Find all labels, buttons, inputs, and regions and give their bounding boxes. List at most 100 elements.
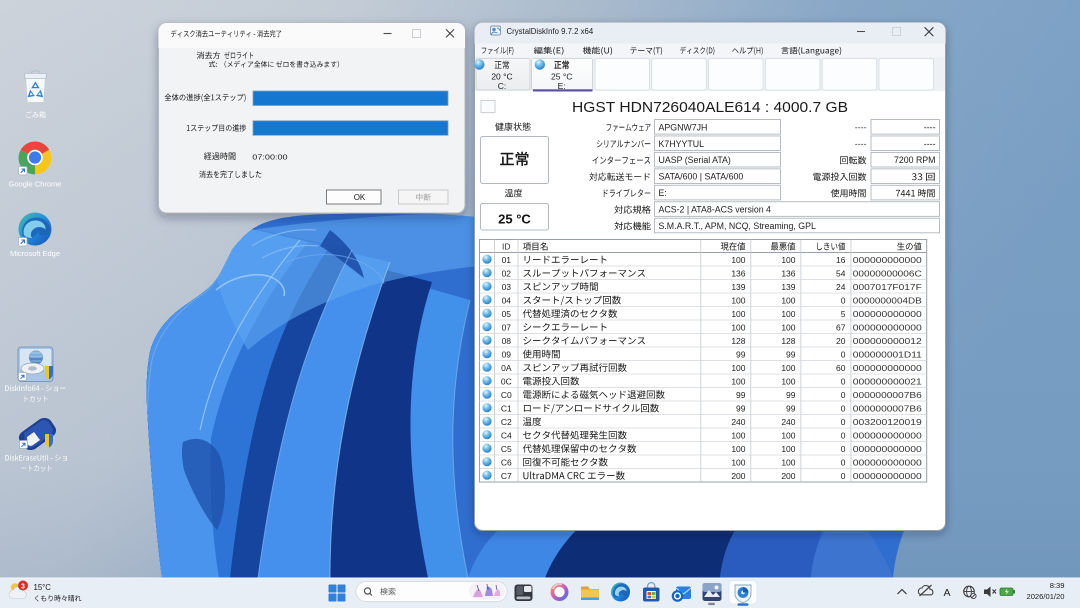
svg-text:128: 128: [731, 336, 745, 346]
svg-text:000000000000: 000000000000: [853, 430, 922, 440]
svg-text:07:00:00: 07:00:00: [252, 152, 287, 161]
svg-text:SATA/600 | SATA/600: SATA/600 | SATA/600: [659, 172, 744, 182]
svg-text:OK: OK: [354, 193, 366, 202]
svg-text:100: 100: [781, 322, 795, 332]
svg-text:0000000004DB: 0000000004DB: [853, 295, 922, 305]
svg-text:000000000000: 000000000000: [853, 255, 922, 265]
svg-text:67: 67: [836, 322, 846, 332]
svg-text:139: 139: [781, 282, 795, 292]
svg-text:100: 100: [731, 363, 745, 373]
svg-text:C7: C7: [501, 471, 512, 481]
svg-text:99: 99: [736, 349, 746, 359]
svg-text:000000000000: 000000000000: [853, 363, 922, 373]
svg-text:20: 20: [836, 336, 846, 346]
svg-text:000000000012: 000000000012: [853, 336, 922, 346]
svg-text:100: 100: [731, 255, 745, 265]
svg-text:0A: 0A: [501, 363, 512, 373]
svg-text:0: 0: [841, 457, 846, 467]
svg-text:99: 99: [786, 349, 796, 359]
svg-text:2026/01/20: 2026/01/20: [1026, 592, 1064, 601]
svg-text:3: 3: [21, 583, 25, 590]
svg-text:100: 100: [781, 444, 795, 454]
svg-text:003200120019: 003200120019: [853, 417, 922, 427]
svg-text:C4: C4: [501, 430, 512, 440]
svg-text:000000000000: 000000000000: [853, 457, 922, 467]
svg-text:200: 200: [731, 471, 745, 481]
svg-text:100: 100: [731, 376, 745, 386]
svg-text:20 °C: 20 °C: [491, 71, 512, 81]
svg-text:99: 99: [786, 390, 796, 400]
svg-text:100: 100: [781, 376, 795, 386]
svg-text:0007017F017F: 0007017F017F: [853, 282, 922, 292]
svg-text:CrystalDiskInfo 9.7.2 x64: CrystalDiskInfo 9.7.2 x64: [507, 27, 594, 36]
svg-text:000000000000: 000000000000: [853, 309, 922, 319]
svg-text:200: 200: [781, 471, 795, 481]
svg-text:C:: C:: [498, 81, 507, 91]
svg-text:03: 03: [502, 282, 512, 292]
svg-text:99: 99: [736, 390, 746, 400]
svg-text:0: 0: [841, 376, 846, 386]
svg-text:K7HYYTUL: K7HYYTUL: [659, 139, 705, 149]
svg-text:240: 240: [781, 417, 795, 427]
svg-text:C1: C1: [501, 403, 512, 413]
svg-text:08: 08: [502, 336, 512, 346]
svg-text:S.M.A.R.T., APM, NCQ, Streamin: S.M.A.R.T., APM, NCQ, Streaming, GPL: [659, 221, 817, 231]
svg-text:100: 100: [781, 457, 795, 467]
svg-text:01: 01: [502, 255, 512, 265]
svg-text:7200 RPM: 7200 RPM: [894, 155, 936, 165]
svg-text:09: 09: [502, 349, 512, 359]
svg-text:100: 100: [781, 309, 795, 319]
svg-text:02: 02: [502, 268, 512, 278]
svg-text:139: 139: [731, 282, 745, 292]
svg-text:25 °C: 25 °C: [498, 212, 531, 227]
svg-text:C0: C0: [501, 390, 512, 400]
svg-text:000000000021: 000000000021: [853, 376, 922, 386]
svg-text:100: 100: [781, 255, 795, 265]
svg-text:C5: C5: [501, 444, 512, 454]
svg-text:136: 136: [731, 268, 745, 278]
svg-text:99: 99: [736, 403, 746, 413]
svg-text:E:: E:: [558, 81, 566, 91]
svg-text:ACS-2 | ATA8-ACS version 4: ACS-2 | ATA8-ACS version 4: [659, 205, 772, 215]
svg-text:5: 5: [841, 309, 846, 319]
svg-text:----: ----: [855, 139, 867, 149]
svg-text:ID: ID: [502, 241, 511, 251]
svg-text:04: 04: [502, 295, 512, 305]
svg-text:----: ----: [855, 122, 867, 132]
svg-text:000000000000: 000000000000: [853, 444, 922, 454]
svg-text:UASP (Serial ATA): UASP (Serial ATA): [659, 155, 731, 165]
svg-text:000000000000: 000000000000: [853, 471, 922, 481]
svg-text:0: 0: [841, 390, 846, 400]
svg-text:0C: 0C: [501, 376, 512, 386]
svg-text:Microsoft Edge: Microsoft Edge: [10, 249, 60, 258]
svg-text:APGNW7JH: APGNW7JH: [659, 122, 708, 132]
svg-text:16: 16: [836, 255, 846, 265]
svg-text:240: 240: [731, 417, 745, 427]
svg-text:Google Chrome: Google Chrome: [9, 180, 62, 189]
svg-text:100: 100: [731, 322, 745, 332]
svg-text:0: 0: [841, 349, 846, 359]
svg-text:100: 100: [781, 295, 795, 305]
svg-text:100: 100: [781, 430, 795, 440]
svg-text:A: A: [943, 587, 950, 599]
svg-text:00000000006C: 00000000006C: [853, 268, 922, 278]
svg-text:07: 07: [502, 322, 512, 332]
svg-text:0: 0: [841, 444, 846, 454]
svg-text:HGST HDN726040ALE614 : 4000.7: HGST HDN726040ALE614 : 4000.7 GB: [572, 100, 848, 116]
svg-text:----: ----: [924, 122, 936, 132]
svg-text:0000000007B6: 0000000007B6: [853, 403, 922, 413]
svg-text:0: 0: [841, 417, 846, 427]
svg-text:----: ----: [924, 139, 936, 149]
svg-text:24: 24: [836, 282, 846, 292]
svg-text:100: 100: [731, 295, 745, 305]
svg-text:128: 128: [781, 336, 795, 346]
svg-text:C2: C2: [501, 417, 512, 427]
svg-text:100: 100: [731, 430, 745, 440]
svg-text:0000000007B6: 0000000007B6: [853, 390, 922, 400]
svg-text:15°C: 15°C: [34, 583, 52, 592]
svg-text:100: 100: [781, 363, 795, 373]
svg-text:0: 0: [841, 430, 846, 440]
svg-text:54: 54: [836, 268, 846, 278]
svg-text:0: 0: [841, 471, 846, 481]
svg-text:E:: E:: [659, 188, 667, 198]
